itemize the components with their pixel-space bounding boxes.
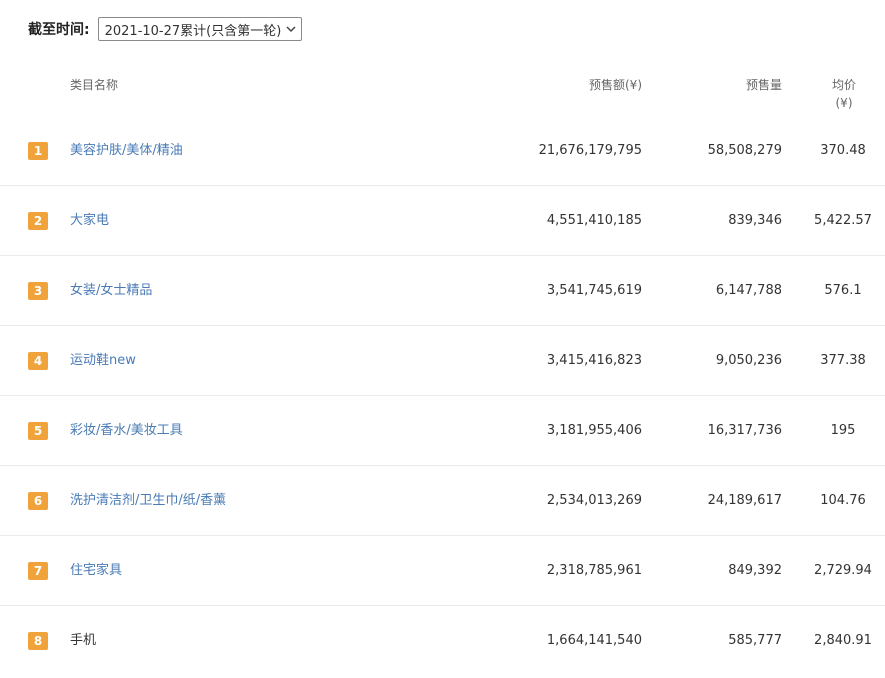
table-body: 1 美容护肤/美体/精油 21,676,179,795 58,508,279 370.4… — [0, 116, 885, 676]
presale-qty: 58,508,279 — [707, 143, 782, 158]
date-filter-select[interactable]: 2021-10-27累计(只含第一轮) — [97, 17, 303, 41]
avg-price: 2,729.94 — [814, 563, 872, 578]
table-row: 7 住宅家具 2,318,785,961 849,392 2,729.94 — [0, 536, 885, 606]
rank-badge: 5 — [28, 422, 48, 440]
header-avg-price-line1: 均价 — [831, 78, 856, 92]
presale-qty: 585,777 — [728, 633, 782, 648]
header-presale-qty: 预售量 — [745, 78, 782, 92]
table-header: 类目名称 预售额(¥) 预售量 均价 (¥) — [0, 70, 885, 120]
presale-qty: 839,346 — [728, 213, 782, 228]
rank-badge: 4 — [28, 352, 48, 370]
table-row: 1 美容护肤/美体/精油 21,676,179,795 58,508,279 370.4… — [0, 116, 885, 186]
presale-amount: 1,664,141,540 — [546, 633, 642, 648]
table-row: 2 大家电 4,551,410,185 839,346 5,422.57 — [0, 186, 885, 256]
table-row: 6 洗护清洁剂/卫生巾/纸/香薰 2,534,013,269 24,189,617 10… — [0, 466, 885, 536]
category-name-link[interactable]: 洗护清洁剂/卫生巾/纸/香薰 — [70, 492, 226, 510]
avg-price: 104.76 — [820, 493, 866, 508]
presale-amount: 4,551,410,185 — [546, 213, 642, 228]
avg-price: 2,840.91 — [814, 633, 872, 648]
category-name-link[interactable]: 运动鞋new — [70, 352, 136, 370]
date-filter-label: 截至时间: — [28, 22, 90, 38]
category-name-link[interactable]: 大家电 — [70, 212, 109, 230]
table-row: 8 手机 1,664,141,540 585,777 2,840.91 — [0, 606, 885, 676]
presale-amount: 2,534,013,269 — [546, 493, 642, 508]
category-name-link[interactable]: 女装/女士精品 — [70, 282, 152, 300]
table-row: 3 女装/女士精品 3,541,745,619 6,147,788 576.1 — [0, 256, 885, 326]
presale-amount: 3,415,416,823 — [546, 353, 642, 368]
header-avg-price: 均价 (¥) — [824, 76, 864, 112]
rank-badge: 7 — [28, 562, 48, 580]
presale-qty: 849,392 — [728, 563, 782, 578]
presale-amount: 3,181,955,406 — [546, 423, 642, 438]
presale-qty: 9,050,236 — [715, 353, 782, 368]
table-row: 5 彩妆/香水/美妆工具 3,181,955,406 16,317,736 195 — [0, 396, 885, 466]
rank-badge: 8 — [28, 632, 48, 650]
date-filter-value: 2021-10-27累计(只含第一轮) — [104, 23, 282, 39]
header-presale-amount: 预售额(¥) — [589, 78, 642, 92]
avg-price: 576.1 — [824, 283, 862, 298]
rank-badge: 3 — [28, 282, 48, 300]
category-name-link[interactable]: 美容护肤/美体/精油 — [70, 142, 183, 160]
avg-price: 195 — [830, 423, 856, 438]
presale-amount: 21,676,179,795 — [538, 143, 642, 158]
avg-price: 5,422.57 — [814, 213, 872, 228]
header-avg-price-line2: (¥) — [835, 96, 853, 110]
table-row: 4 运动鞋new 3,415,416,823 9,050,236 377.38 — [0, 326, 885, 396]
category-name-link[interactable]: 彩妆/香水/美妆工具 — [70, 422, 183, 440]
date-filter: 截至时间: 2021-10-27累计(只含第一轮) — [28, 16, 303, 42]
rank-badge: 2 — [28, 212, 48, 230]
rank-badge: 1 — [28, 142, 48, 160]
presale-qty: 24,189,617 — [707, 493, 782, 508]
avg-price: 370.48 — [820, 143, 866, 158]
category-name-link: 手机 — [70, 633, 97, 648]
rank-badge: 6 — [28, 492, 48, 510]
chevron-down-icon — [285, 23, 297, 35]
presale-qty: 16,317,736 — [707, 423, 782, 438]
presale-amount: 2,318,785,961 — [546, 563, 642, 578]
presale-qty: 6,147,788 — [715, 283, 782, 298]
presale-amount: 3,541,745,619 — [546, 283, 642, 298]
avg-price: 377.38 — [820, 353, 866, 368]
presale-ranking-page: 截至时间: 2021-10-27累计(只含第一轮) 类目名称 预售额(¥) 预售… — [0, 0, 885, 678]
category-name-link[interactable]: 住宅家具 — [70, 562, 122, 580]
header-category-name: 类目名称 — [70, 78, 119, 92]
